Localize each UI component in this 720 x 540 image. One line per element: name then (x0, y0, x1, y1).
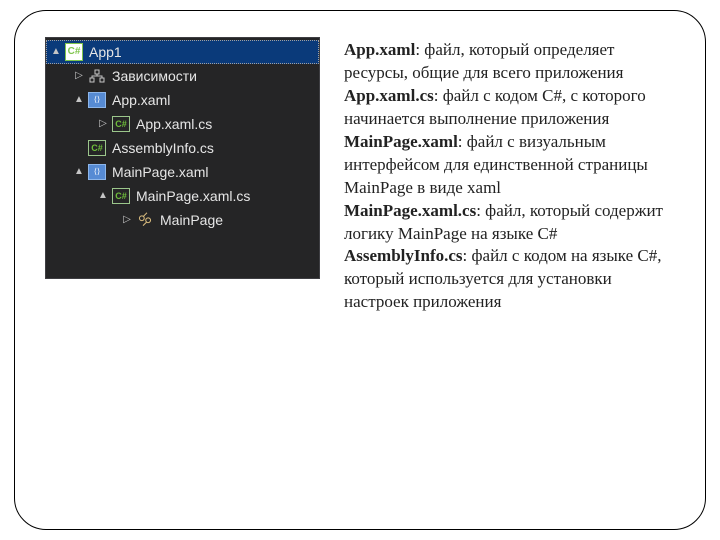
tree-item-label: MainPage.xaml (112, 160, 209, 184)
collapse-icon[interactable]: ▲ (74, 88, 84, 112)
desc-term: MainPage.xaml.cs (344, 201, 476, 220)
tree-item-label: MainPage.xaml.cs (136, 184, 250, 208)
tree-item-label: App1 (89, 40, 122, 64)
csharp-project-icon: C# (65, 43, 83, 61)
csharp-file-icon: C# (112, 187, 130, 205)
tree-item-label: MainPage (160, 208, 223, 232)
solution-explorer-panel: ▲ C# App1 ▷ Зависимости ▲ ⟨⟩ A (45, 37, 320, 279)
desc-entry: MainPage.xaml: файл с визуальным интерфе… (344, 131, 675, 200)
xaml-file-icon: ⟨⟩ (88, 163, 106, 181)
expand-icon[interactable]: ▷ (122, 208, 132, 232)
spacer-icon: ▷ (74, 136, 84, 160)
tree-item-mainpage-xaml[interactable]: ▲ ⟨⟩ MainPage.xaml (46, 160, 319, 184)
tree-item-app-xaml-cs[interactable]: ▷ C# App.xaml.cs (46, 112, 319, 136)
desc-term: App.xaml.cs (344, 86, 434, 105)
desc-entry: MainPage.xaml.cs: файл, который содержит… (344, 200, 675, 246)
slide-card: ▲ C# App1 ▷ Зависимости ▲ ⟨⟩ A (14, 10, 706, 530)
collapse-icon[interactable]: ▲ (74, 160, 84, 184)
tree-item-project[interactable]: ▲ C# App1 (46, 40, 319, 64)
desc-entry: App.xaml: файл, который определяет ресур… (344, 39, 675, 85)
desc-term: AssemblyInfo.cs (344, 246, 463, 265)
csharp-file-icon: C# (88, 139, 106, 157)
collapse-icon[interactable]: ▲ (98, 184, 108, 208)
expand-icon[interactable]: ▷ (98, 112, 108, 136)
tree-item-dependencies[interactable]: ▷ Зависимости (46, 64, 319, 88)
csharp-file-icon: C# (112, 115, 130, 133)
xaml-file-icon: ⟨⟩ (88, 91, 106, 109)
desc-entry: AssemblyInfo.cs: файл с кодом на языке C… (344, 245, 675, 314)
dependencies-icon (88, 69, 106, 83)
expand-icon[interactable]: ▷ (74, 64, 84, 88)
collapse-icon[interactable]: ▲ (51, 40, 61, 64)
desc-term: MainPage.xaml (344, 132, 458, 151)
tree-item-app-xaml[interactable]: ▲ ⟨⟩ App.xaml (46, 88, 319, 112)
tree-item-assemblyinfo[interactable]: ▷ C# AssemblyInfo.cs (46, 136, 319, 160)
tree-item-mainpage-xaml-cs[interactable]: ▲ C# MainPage.xaml.cs (46, 184, 319, 208)
class-icon: 🝰 (136, 211, 154, 229)
tree-item-label: App.xaml.cs (136, 112, 212, 136)
tree-item-label: App.xaml (112, 88, 170, 112)
tree-item-mainpage-class[interactable]: ▷ 🝰 MainPage (46, 208, 319, 232)
tree-item-label: Зависимости (112, 64, 197, 88)
desc-term: App.xaml (344, 40, 415, 59)
tree-item-label: AssemblyInfo.cs (112, 136, 214, 160)
desc-entry: App.xaml.cs: файл с кодом C#, с которого… (344, 85, 675, 131)
description-panel: App.xaml: файл, который определяет ресур… (344, 37, 675, 503)
